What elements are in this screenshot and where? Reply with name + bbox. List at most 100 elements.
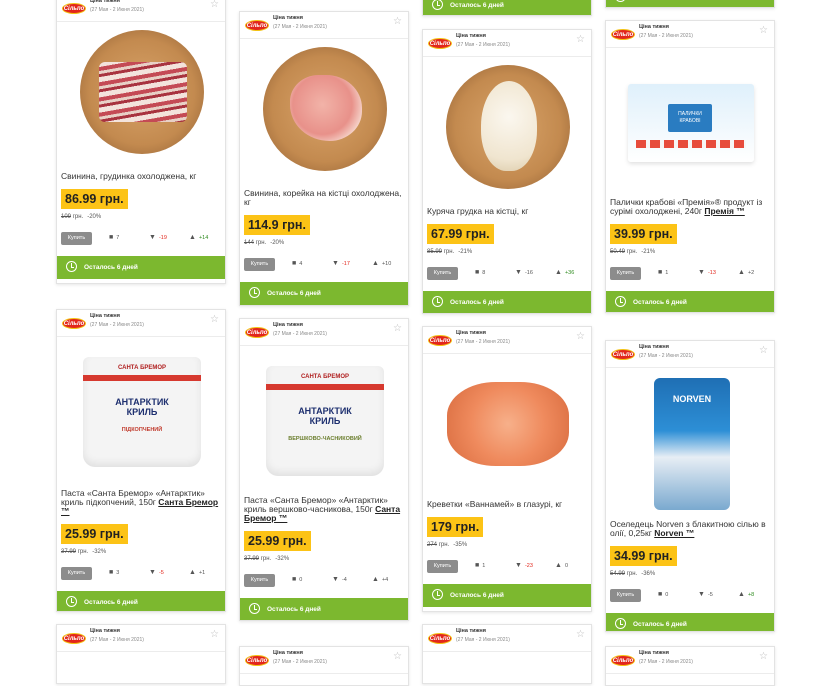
comment-icon: ■ [475,269,480,276]
brand-link[interactable]: Премія ™ [704,206,744,216]
deal-dates: (27 Мая - 2 Июня 2021) [273,24,327,30]
comment-icon: ■ [109,234,114,241]
thumb-down-icon: ▼ [149,569,156,576]
product-image [423,57,591,207]
store-logo: Сільпо [611,655,635,666]
product-card: Сільпо Ціна тижня (27 Мая - 2 Июня 2021)… [422,29,592,314]
star-icon[interactable]: ☆ [393,652,402,662]
thumb-down-icon: ▼ [515,269,522,276]
comments-count[interactable]: ■ 1 [475,562,485,569]
product-name[interactable]: Паста «Санта Бремор» «Антарктик» криль п… [57,489,225,516]
dislike-button[interactable]: ▼ -4 [332,576,347,583]
star-icon[interactable]: ☆ [210,315,219,325]
deal-dates: (27 Мая - 2 Июня 2021) [273,331,327,337]
deal-title: Ціна тижня [90,0,120,4]
timer-bar [606,0,774,7]
star-icon[interactable]: ☆ [576,332,585,342]
product-name[interactable]: Креветки «Ваннамей» в глазурі, кг [423,500,591,509]
comments-count[interactable]: ■ 0 [658,591,668,598]
dislike-button[interactable]: ▼ -13 [698,269,716,276]
store-logo: Сільпо [428,38,452,49]
thumb-down-icon: ▼ [332,260,339,267]
star-icon[interactable]: ☆ [210,0,219,10]
star-icon[interactable]: ☆ [576,630,585,640]
old-price-row: 50.49 грн. -21% [610,249,656,255]
store-logo: Сільпо [62,318,86,329]
store-logo: Сільпо [611,29,635,40]
product-card: Сільпо Ціна тижня (27 Мая - 2 Июня 2021)… [239,11,409,306]
thumb-down-icon: ▼ [515,562,522,569]
deal-dates: (27 Мая - 2 Июня 2021) [456,637,510,643]
product-price: 179 грн. [427,517,484,537]
star-icon[interactable]: ☆ [210,630,219,640]
buy-button[interactable]: Купить [244,574,275,587]
deal-dates: (27 Мая - 2 Июня 2021) [639,33,693,39]
product-name[interactable]: Свинина, грудинка охолоджена, кг [57,172,225,181]
dislike-button[interactable]: ▼ -17 [332,260,350,267]
like-button[interactable]: ▲ +4 [372,576,388,583]
buy-button[interactable]: Купить [427,267,458,280]
product-name[interactable]: Свинина, корейка на кістці охолоджена, к… [240,189,408,207]
deal-dates: (27 Мая - 2 Июня 2021) [273,659,327,665]
comments-count[interactable]: ■ 4 [292,260,302,267]
deal-title: Ціна тижня [90,313,120,319]
product-name[interactable]: Палички крабові «Премія»® продукт із сур… [606,198,774,216]
old-price-row: 144 грн. -20% [244,240,285,246]
comments-count[interactable]: ■ 0 [292,576,302,583]
like-button[interactable]: ▲ +36 [555,269,574,276]
dislike-button[interactable]: ▼ -19 [149,234,167,241]
buy-button[interactable]: Купить [427,560,458,573]
like-button[interactable]: ▲ +2 [738,269,754,276]
card-header: Сільпо Ціна тижня (27 Мая - 2 Июня 2021)… [240,647,408,674]
like-button[interactable]: ▲ +1 [189,569,205,576]
store-logo: Сільпо [428,335,452,346]
card-actions: Купить ■ 7 ▼ -19 ▲ +14 [57,232,225,246]
dislike-button[interactable]: ▼ -5 [149,569,164,576]
comments-count[interactable]: ■ 3 [109,569,119,576]
product-image: САНТА БРЕМОР АНТАРКТИК КРИЛЬ ВЕРШКОВО-ЧА… [240,346,408,496]
star-icon[interactable]: ☆ [576,35,585,45]
like-button[interactable]: ▲ +14 [189,234,208,241]
product-card: Осталось 6 дней [422,0,592,16]
comments-count[interactable]: ■ 1 [658,269,668,276]
product-card: Сільпо Ціна тижня (27 Мая - 2 Июня 2021)… [422,326,592,612]
star-icon[interactable]: ☆ [759,346,768,356]
star-icon[interactable]: ☆ [393,324,402,334]
store-logo: Сільпо [62,3,86,14]
like-button[interactable]: ▲ +8 [738,591,754,598]
star-icon[interactable]: ☆ [759,26,768,36]
deal-dates: (27 Мая - 2 Июня 2021) [639,659,693,665]
old-price-row: 37.99 грн. -32% [244,556,290,562]
like-button[interactable]: ▲ 0 [555,562,568,569]
star-icon[interactable]: ☆ [759,652,768,662]
product-image [57,22,225,172]
star-icon[interactable]: ☆ [393,17,402,27]
product-name[interactable]: Оселедець Norven з блакитною сілью в олі… [606,520,774,538]
product-card: Сільпо Ціна тижня (27 Мая - 2 Июня 2021)… [56,0,226,284]
product-image: САНТА БРЕМОР АНТАРКТИК КРИЛЬ ПІДКОПЧЕНИЙ [57,337,225,489]
like-button[interactable]: ▲ +10 [372,260,391,267]
store-logo: Сільпо [245,327,269,338]
dislike-button[interactable]: ▼ -5 [698,591,713,598]
product-card: Сільпо Ціна тижня (27 Мая - 2 Июня 2021)… [422,624,592,684]
store-logo: Сільпо [62,633,86,644]
dislike-button[interactable]: ▼ -16 [515,269,533,276]
tub-flavor: ПІДКОПЧЕНИЙ [121,427,163,433]
deal-dates: (27 Мая - 2 Июня 2021) [639,353,693,359]
buy-button[interactable]: Купить [610,589,641,602]
dislike-button[interactable]: ▼ -23 [515,562,533,569]
thumb-up-icon: ▲ [372,576,379,583]
buy-button[interactable]: Купить [244,258,275,271]
comments-count[interactable]: ■ 7 [109,234,119,241]
buy-button[interactable]: Купить [610,267,641,280]
deal-title: Ціна тижня [639,344,669,350]
comments-count[interactable]: ■ 8 [475,269,485,276]
brand-link[interactable]: Norven ™ [654,528,694,538]
buy-button[interactable]: Купить [61,232,92,245]
product-name[interactable]: Паста «Санта Бремор» «Антарктик» криль в… [240,496,408,523]
store-logo: Сільпо [428,633,452,644]
clock-icon [615,0,626,2]
product-name[interactable]: Куряча грудка на кістці, кг [423,207,591,216]
buy-button[interactable]: Купить [61,567,92,580]
product-price: 25.99 грн. [61,524,128,544]
